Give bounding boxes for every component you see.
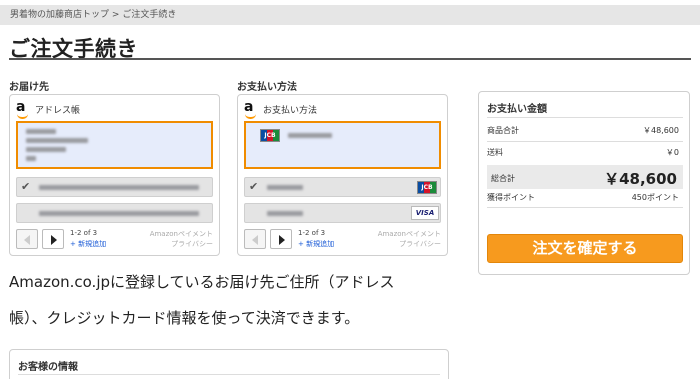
add-payment-link[interactable]: + 新規追加 xyxy=(298,239,334,249)
total-label: 総合計 xyxy=(491,174,515,183)
shipping-fee-value: ￥0 xyxy=(665,148,679,157)
redacted-text xyxy=(26,156,36,161)
chevron-right-icon xyxy=(279,235,285,245)
privacy-link[interactable]: プライバシー xyxy=(150,239,213,249)
amazon-pay-mark: Amazonペイメント プライバシー xyxy=(150,229,213,249)
payment-method-header: a お支払い方法 xyxy=(244,100,318,119)
total-row: 総合計 ￥48,600 xyxy=(487,165,683,189)
shipping-fee-label: 送料 xyxy=(487,148,503,157)
address-book-widget: a アドレス帳 ✔ 1-2 of 3 + 新規追加 Amazonペイメント プラ… xyxy=(9,94,220,256)
chevron-right-icon xyxy=(51,235,57,245)
amazon-payment-label: Amazonペイメント xyxy=(377,230,441,238)
summary-divider xyxy=(487,141,683,142)
redacted-text xyxy=(26,147,66,152)
points-value: 450ポイント xyxy=(631,193,679,202)
description-line-1: Amazon.co.jpに登録しているお届け先ご住所（アドレス xyxy=(9,273,395,291)
payment-method-widget: a お支払い方法 JCB ✔ JCB VISA 1-2 of 3 + 新規追加 … xyxy=(237,94,448,256)
add-address-link[interactable]: + 新規追加 xyxy=(70,239,106,249)
shipping-fee-row: 送料 ￥0 xyxy=(487,147,683,158)
address-option-row[interactable] xyxy=(16,203,213,223)
check-icon: ✔ xyxy=(249,180,259,193)
check-icon: ✔ xyxy=(21,180,31,193)
prev-page-button[interactable] xyxy=(16,229,38,249)
amazon-logo-icon: a xyxy=(244,100,258,119)
jcb-card-icon: JCB xyxy=(417,181,437,194)
breadcrumb-current: ご注文手続き xyxy=(122,10,177,20)
page-count: 1-2 of 3 xyxy=(70,229,98,237)
jcb-card-icon: JCB xyxy=(260,129,280,142)
title-divider xyxy=(9,58,691,60)
amazon-logo-icon: a xyxy=(16,100,30,119)
privacy-link[interactable]: プライバシー xyxy=(378,239,441,249)
total-value: ￥48,600 xyxy=(604,170,677,188)
breadcrumb-separator: > xyxy=(111,10,120,20)
chevron-left-icon xyxy=(24,235,30,245)
visa-card-icon: VISA xyxy=(411,206,439,220)
summary-divider xyxy=(487,207,683,208)
address-book-header: a アドレス帳 xyxy=(16,100,81,119)
customer-info-divider xyxy=(18,374,440,375)
amazon-payment-label: Amazonペイメント xyxy=(149,230,213,238)
redacted-text xyxy=(39,185,199,190)
redacted-text xyxy=(267,185,303,190)
redacted-text xyxy=(26,129,56,134)
summary-divider xyxy=(487,117,683,118)
subtotal-value: ￥48,600 xyxy=(643,126,679,135)
page-count: 1-2 of 3 xyxy=(298,229,326,237)
address-book-title: アドレス帳 xyxy=(35,105,81,116)
amazon-pay-mark: Amazonペイメント プライバシー xyxy=(378,229,441,249)
summary-title: お支払い金額 xyxy=(487,104,547,115)
subtotal-row: 商品合計 ￥48,600 xyxy=(487,125,683,136)
payment-option-row[interactable]: VISA xyxy=(244,203,441,223)
shipping-section-label: お届け先 xyxy=(9,82,49,93)
next-page-button[interactable] xyxy=(270,229,292,249)
customer-info-panel: お客様の情報 xyxy=(9,349,449,379)
payment-method-title: お支払い方法 xyxy=(263,105,318,116)
prev-page-button[interactable] xyxy=(244,229,266,249)
selected-address-card[interactable] xyxy=(16,121,213,169)
payment-option-row[interactable]: ✔ JCB xyxy=(244,177,441,197)
payment-summary-panel: お支払い金額 商品合計 ￥48,600 送料 ￥0 総合計 ￥48,600 獲得… xyxy=(478,91,690,275)
breadcrumb-home-link[interactable]: 男着物の加藤商店トップ xyxy=(10,10,109,20)
payment-section-label: お支払い方法 xyxy=(237,82,297,93)
redacted-text xyxy=(288,133,332,138)
redacted-text xyxy=(267,211,303,216)
confirm-order-button[interactable]: 注文を確定する xyxy=(487,234,683,263)
customer-info-title: お客様の情報 xyxy=(18,362,78,373)
selected-payment-card[interactable]: JCB xyxy=(244,121,441,169)
address-option-row[interactable]: ✔ xyxy=(16,177,213,197)
redacted-text xyxy=(26,138,88,143)
chevron-left-icon xyxy=(252,235,258,245)
redacted-text xyxy=(39,211,199,216)
points-label: 獲得ポイント xyxy=(487,193,535,202)
subtotal-label: 商品合計 xyxy=(487,126,519,135)
next-page-button[interactable] xyxy=(42,229,64,249)
points-row: 獲得ポイント 450ポイント xyxy=(487,192,683,203)
breadcrumb: 男着物の加藤商店トップ > ご注文手続き xyxy=(0,5,700,25)
description-line-2: 帳）、クレジットカード情報を使って決済できます。 xyxy=(9,309,360,327)
